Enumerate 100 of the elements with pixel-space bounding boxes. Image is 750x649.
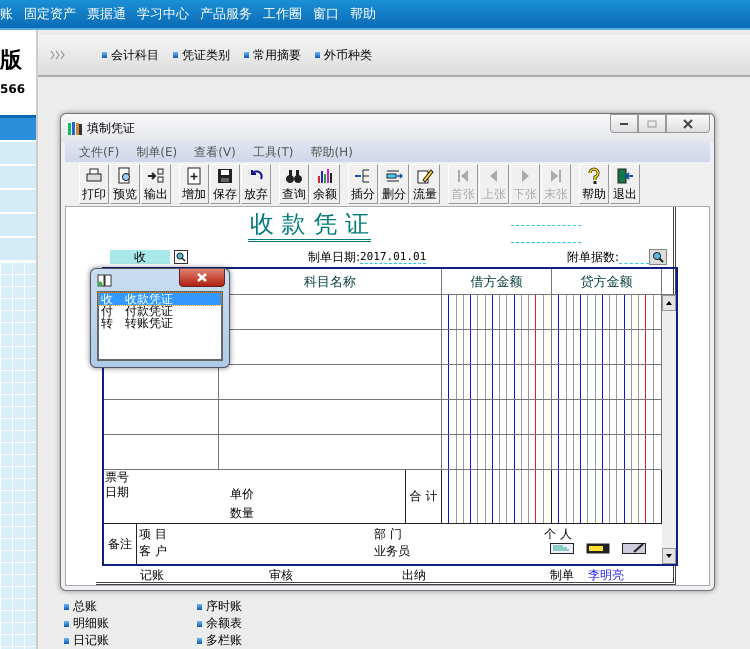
insert-row-icon — [354, 167, 372, 185]
account-cell[interactable] — [219, 435, 442, 470]
toolbar-button[interactable]: 余额 — [310, 164, 340, 204]
menu-item[interactable]: 票据通 — [87, 5, 126, 23]
search-button[interactable] — [649, 249, 667, 265]
menu-item[interactable]: 固定资产 — [24, 5, 76, 23]
debit-cell[interactable] — [442, 330, 552, 365]
list-item[interactable]: 付 付款凭证 — [99, 305, 221, 317]
report-link[interactable]: 日记账 — [73, 632, 109, 649]
ticket-number-label: 票号 — [105, 470, 130, 485]
toolbar-button[interactable]: 放弃 — [241, 164, 271, 204]
toolbar-button[interactable]: 插分 — [348, 164, 378, 204]
menu-item[interactable]: 产品服务 — [200, 5, 252, 23]
signature-label: 审核 — [269, 566, 293, 584]
report-link[interactable]: 序时账 — [206, 598, 242, 615]
exit-door-icon — [616, 167, 634, 185]
project-label: 项 目 — [139, 526, 168, 543]
individual-label: 个 人 — [544, 526, 573, 543]
column-header: 借方金额 — [442, 269, 552, 295]
menu-item[interactable]: 窗口 — [313, 5, 339, 23]
bullet-icon — [315, 52, 320, 58]
salesperson-label: 业务员 — [374, 543, 411, 560]
signature-label: 出纳 — [402, 566, 426, 584]
device-icon[interactable] — [586, 543, 610, 554]
credit-cell[interactable] — [552, 365, 662, 400]
department-label: 部 门 — [374, 526, 403, 543]
bar-chart-icon — [316, 167, 334, 185]
report-link[interactable]: 多栏账 — [206, 632, 242, 649]
report-link[interactable]: 总账 — [73, 598, 97, 615]
account-cell[interactable] — [219, 400, 442, 435]
date-label: 制单日期: — [308, 248, 360, 266]
date-field[interactable]: 2017.01.01 — [360, 250, 426, 264]
quick-link[interactable]: 外币种类 — [324, 46, 372, 64]
minimize-button[interactable] — [610, 114, 638, 133]
report-link[interactable]: 余额表 — [206, 615, 242, 632]
remark-label: 备注 — [108, 536, 132, 552]
chevron-icon[interactable] — [50, 50, 66, 60]
menu-item[interactable]: 文件(F) — [79, 144, 120, 160]
debit-cell[interactable] — [442, 435, 552, 470]
bullet-icon — [64, 604, 69, 610]
toolbar-button[interactable]: 预览 — [110, 164, 140, 204]
pencil-pad-icon[interactable] — [622, 543, 646, 554]
menu-item[interactable]: 工具(T) — [252, 144, 294, 160]
down-arrow-icon — [666, 554, 672, 558]
maximize-icon — [647, 120, 657, 128]
card-icon[interactable] — [550, 543, 574, 554]
customer-label: 客 户 — [139, 543, 168, 560]
summary-cell[interactable] — [104, 435, 219, 470]
report-link[interactable]: 明细账 — [73, 615, 109, 632]
menu-item[interactable]: 帮助(H) — [310, 144, 353, 160]
toolbar-button[interactable]: 帮助 — [579, 164, 609, 204]
toolbar-button[interactable]: 退出 — [610, 164, 640, 204]
menu-item[interactable]: 账 — [0, 5, 13, 23]
search-icon — [176, 252, 186, 262]
debit-cell[interactable] — [442, 295, 552, 330]
credit-cell[interactable] — [552, 435, 662, 470]
toolbar-button[interactable]: 删分 — [379, 164, 409, 204]
menu-item[interactable]: 学习中心 — [137, 5, 189, 23]
bullet-icon — [173, 52, 178, 58]
voucher-type-field[interactable]: 收 — [110, 250, 170, 264]
attachments-label: 附单据数: — [566, 248, 619, 266]
credit-cell[interactable] — [552, 400, 662, 435]
close-button[interactable] — [179, 269, 225, 287]
close-icon — [197, 273, 207, 282]
bullet-icon — [244, 52, 249, 58]
toolbar-button[interactable]: 增加 — [179, 164, 209, 204]
menu-item[interactable]: 查看(V) — [194, 144, 236, 160]
quick-link[interactable]: 常用摘要 — [253, 46, 301, 64]
menu-item[interactable]: 制单(E) — [136, 144, 178, 160]
debit-cell[interactable] — [442, 400, 552, 435]
quick-link[interactable]: 凭证类别 — [182, 46, 230, 64]
lookup-button[interactable] — [174, 250, 188, 264]
credit-cell[interactable] — [552, 295, 662, 330]
book-icon — [97, 273, 113, 287]
scrollbar[interactable] — [662, 295, 676, 564]
toolbar-button[interactable]: 保存 — [210, 164, 240, 204]
window-title: 填制凭证 — [87, 120, 135, 136]
toolbar-button[interactable]: 流量 — [410, 164, 440, 204]
menu-item[interactable]: 帮助 — [350, 5, 376, 23]
new-page-icon — [185, 167, 203, 185]
list-item[interactable]: 转 转账凭证 — [99, 317, 221, 329]
sidebar-row[interactable] — [0, 118, 36, 142]
close-button[interactable] — [666, 114, 710, 133]
debit-cell[interactable] — [442, 365, 552, 400]
toolbar-button[interactable]: 输出 — [141, 164, 171, 204]
menu-item[interactable]: 工作圈 — [263, 5, 302, 23]
bullet-icon — [197, 604, 202, 610]
search-icon — [652, 251, 664, 263]
quick-link[interactable]: 会计科目 — [111, 46, 159, 64]
quantity-label: 数量 — [230, 505, 254, 522]
summary-cell[interactable] — [104, 400, 219, 435]
books-icon — [67, 120, 83, 136]
unit-price-label: 单价 — [230, 486, 254, 503]
binoculars-icon — [285, 167, 303, 185]
credit-cell[interactable] — [552, 330, 662, 365]
column-header: 贷方金额 — [552, 269, 662, 295]
toolbar-button[interactable]: 查询 — [279, 164, 309, 204]
bullet-icon — [197, 620, 202, 626]
toolbar-button[interactable]: 打印 — [79, 164, 109, 204]
total-label: 合 计 — [410, 488, 438, 505]
